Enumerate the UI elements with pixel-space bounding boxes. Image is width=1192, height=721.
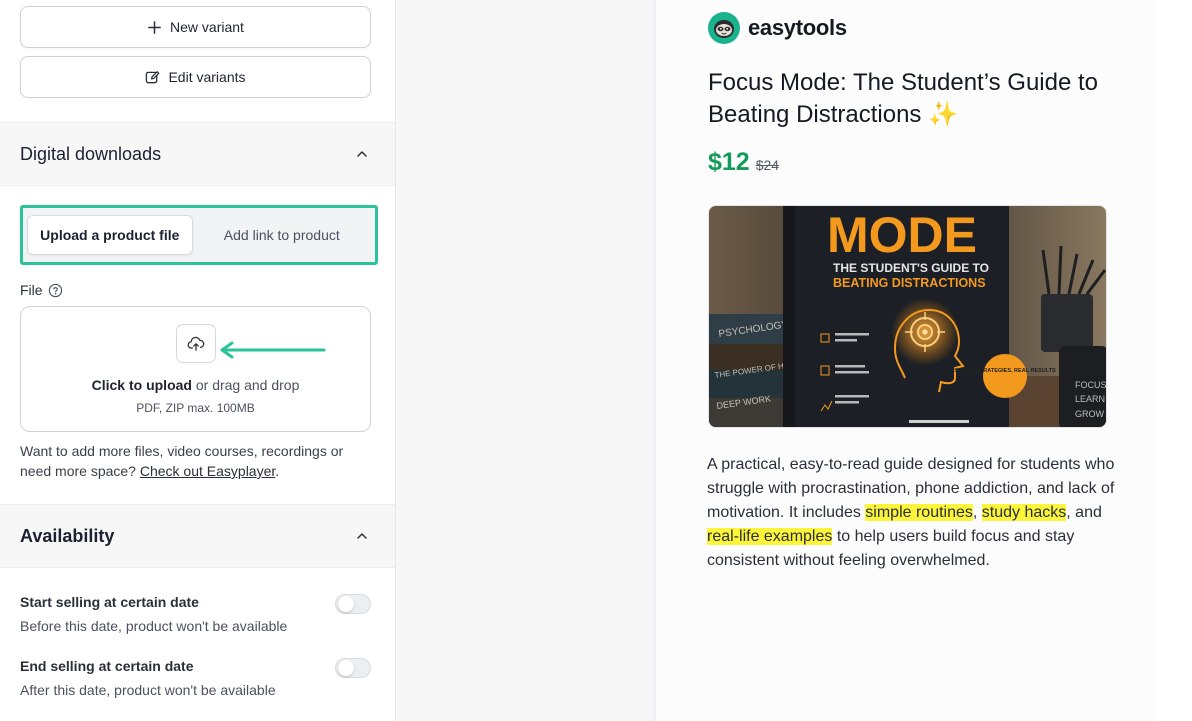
desc-part-3: , and: [1066, 504, 1102, 521]
product-description: A practical, easy-to-read guide designed…: [707, 453, 1117, 573]
canvas-background: [396, 0, 655, 721]
new-variant-button[interactable]: New variant: [20, 6, 371, 48]
digital-downloads-title: Digital downloads: [20, 143, 162, 164]
edit-variants-label: Edit variants: [168, 69, 246, 85]
chevron-up-icon[interactable]: [355, 529, 369, 543]
brand-name: easytools: [748, 15, 847, 40]
price-row: $12 $24: [708, 148, 779, 177]
cover-subtitle-2: BEATING DISTRACTIONS: [833, 276, 986, 290]
sloth-logo-icon: [708, 12, 740, 44]
cover-badge-text: SIMPLE STRATEGIES, REAL RESULTS: [954, 368, 1056, 374]
toggle-knob: [338, 660, 354, 676]
tab-upload-file[interactable]: Upload a product file: [27, 215, 193, 255]
file-dropzone[interactable]: Click to upload or drag and drop PDF, ZI…: [20, 306, 371, 432]
highlight-study-hacks: study hacks: [981, 504, 1067, 521]
brand: easytools: [708, 12, 847, 44]
highlight-simple-routines: simple routines: [865, 504, 973, 521]
edit-icon: [146, 70, 160, 83]
right-gutter: [1155, 0, 1192, 721]
plus-icon: [148, 20, 161, 34]
file-label-text: File: [20, 282, 43, 298]
mug-word-focus: FOCUS: [1075, 380, 1107, 390]
end-selling-toggle[interactable]: [335, 658, 371, 678]
more-space-note: Want to add more files, video courses, r…: [20, 441, 370, 481]
cover-subtitle-1: THE STUDENT'S GUIDE TO: [833, 261, 989, 275]
cover-mode-text: MODE: [827, 207, 977, 263]
chevron-up-icon[interactable]: [355, 147, 369, 161]
file-source-tabs: Upload a product file Add link to produc…: [20, 205, 378, 265]
more-info-end: .: [275, 463, 280, 479]
digital-downloads-header[interactable]: Digital downloads: [0, 122, 395, 186]
end-selling-title: End selling at certain date: [20, 658, 194, 674]
desc-part-2: ,: [972, 504, 982, 521]
file-label: File: [20, 282, 63, 298]
editor-panel: New variant Edit variants Digital downlo…: [0, 0, 396, 721]
availability-header[interactable]: Availability: [0, 504, 395, 568]
sparkles-icon: ✨: [928, 101, 958, 128]
upload-button[interactable]: [176, 324, 216, 363]
start-selling-desc: Before this date, product won't be avail…: [20, 618, 288, 634]
dropzone-instructions: Click to upload or drag and drop: [21, 377, 370, 393]
start-selling-setting: Start selling at certain date Before thi…: [20, 594, 371, 638]
annotation-arrow-icon: [220, 341, 326, 359]
highlight-real-life-examples: real-life examples: [707, 528, 833, 545]
upload-cloud-icon: [187, 336, 205, 351]
new-variant-label: New variant: [170, 19, 244, 35]
tab-add-link[interactable]: Add link to product: [193, 215, 371, 255]
end-selling-desc: After this date, product won't be availa…: [20, 682, 276, 698]
current-price: $12: [708, 148, 750, 176]
click-to-upload-text[interactable]: Click to upload: [92, 377, 192, 393]
easyplayer-link[interactable]: Check out Easyplayer: [140, 463, 275, 479]
toggle-knob: [338, 596, 354, 612]
start-selling-toggle[interactable]: [335, 594, 371, 614]
availability-title: Availability: [20, 525, 115, 546]
product-cover-image: PSYCHOLOGY THE POWER OF HABIT DEEP WORK …: [708, 205, 1107, 428]
help-icon[interactable]: [48, 283, 63, 298]
original-price: $24: [755, 157, 780, 173]
mug-word-grow: GROW: [1075, 409, 1105, 419]
end-selling-setting: End selling at certain date After this d…: [20, 658, 371, 702]
drag-drop-text: or drag and drop: [191, 377, 300, 393]
product-preview: easytools Focus Mode: The Student’s Guid…: [655, 0, 1155, 721]
product-title-text: Focus Mode: The Student’s Guide to Beati…: [708, 69, 1099, 128]
edit-variants-button[interactable]: Edit variants: [20, 56, 371, 98]
mug: FOCUS LEARN GROW: [1059, 346, 1107, 427]
dropzone-hint: PDF, ZIP max. 100MB: [136, 401, 255, 415]
start-selling-title: Start selling at certain date: [20, 594, 199, 610]
product-title: Focus Mode: The Student’s Guide to Beati…: [708, 67, 1118, 131]
mug-word-learn: LEARN: [1075, 394, 1105, 404]
